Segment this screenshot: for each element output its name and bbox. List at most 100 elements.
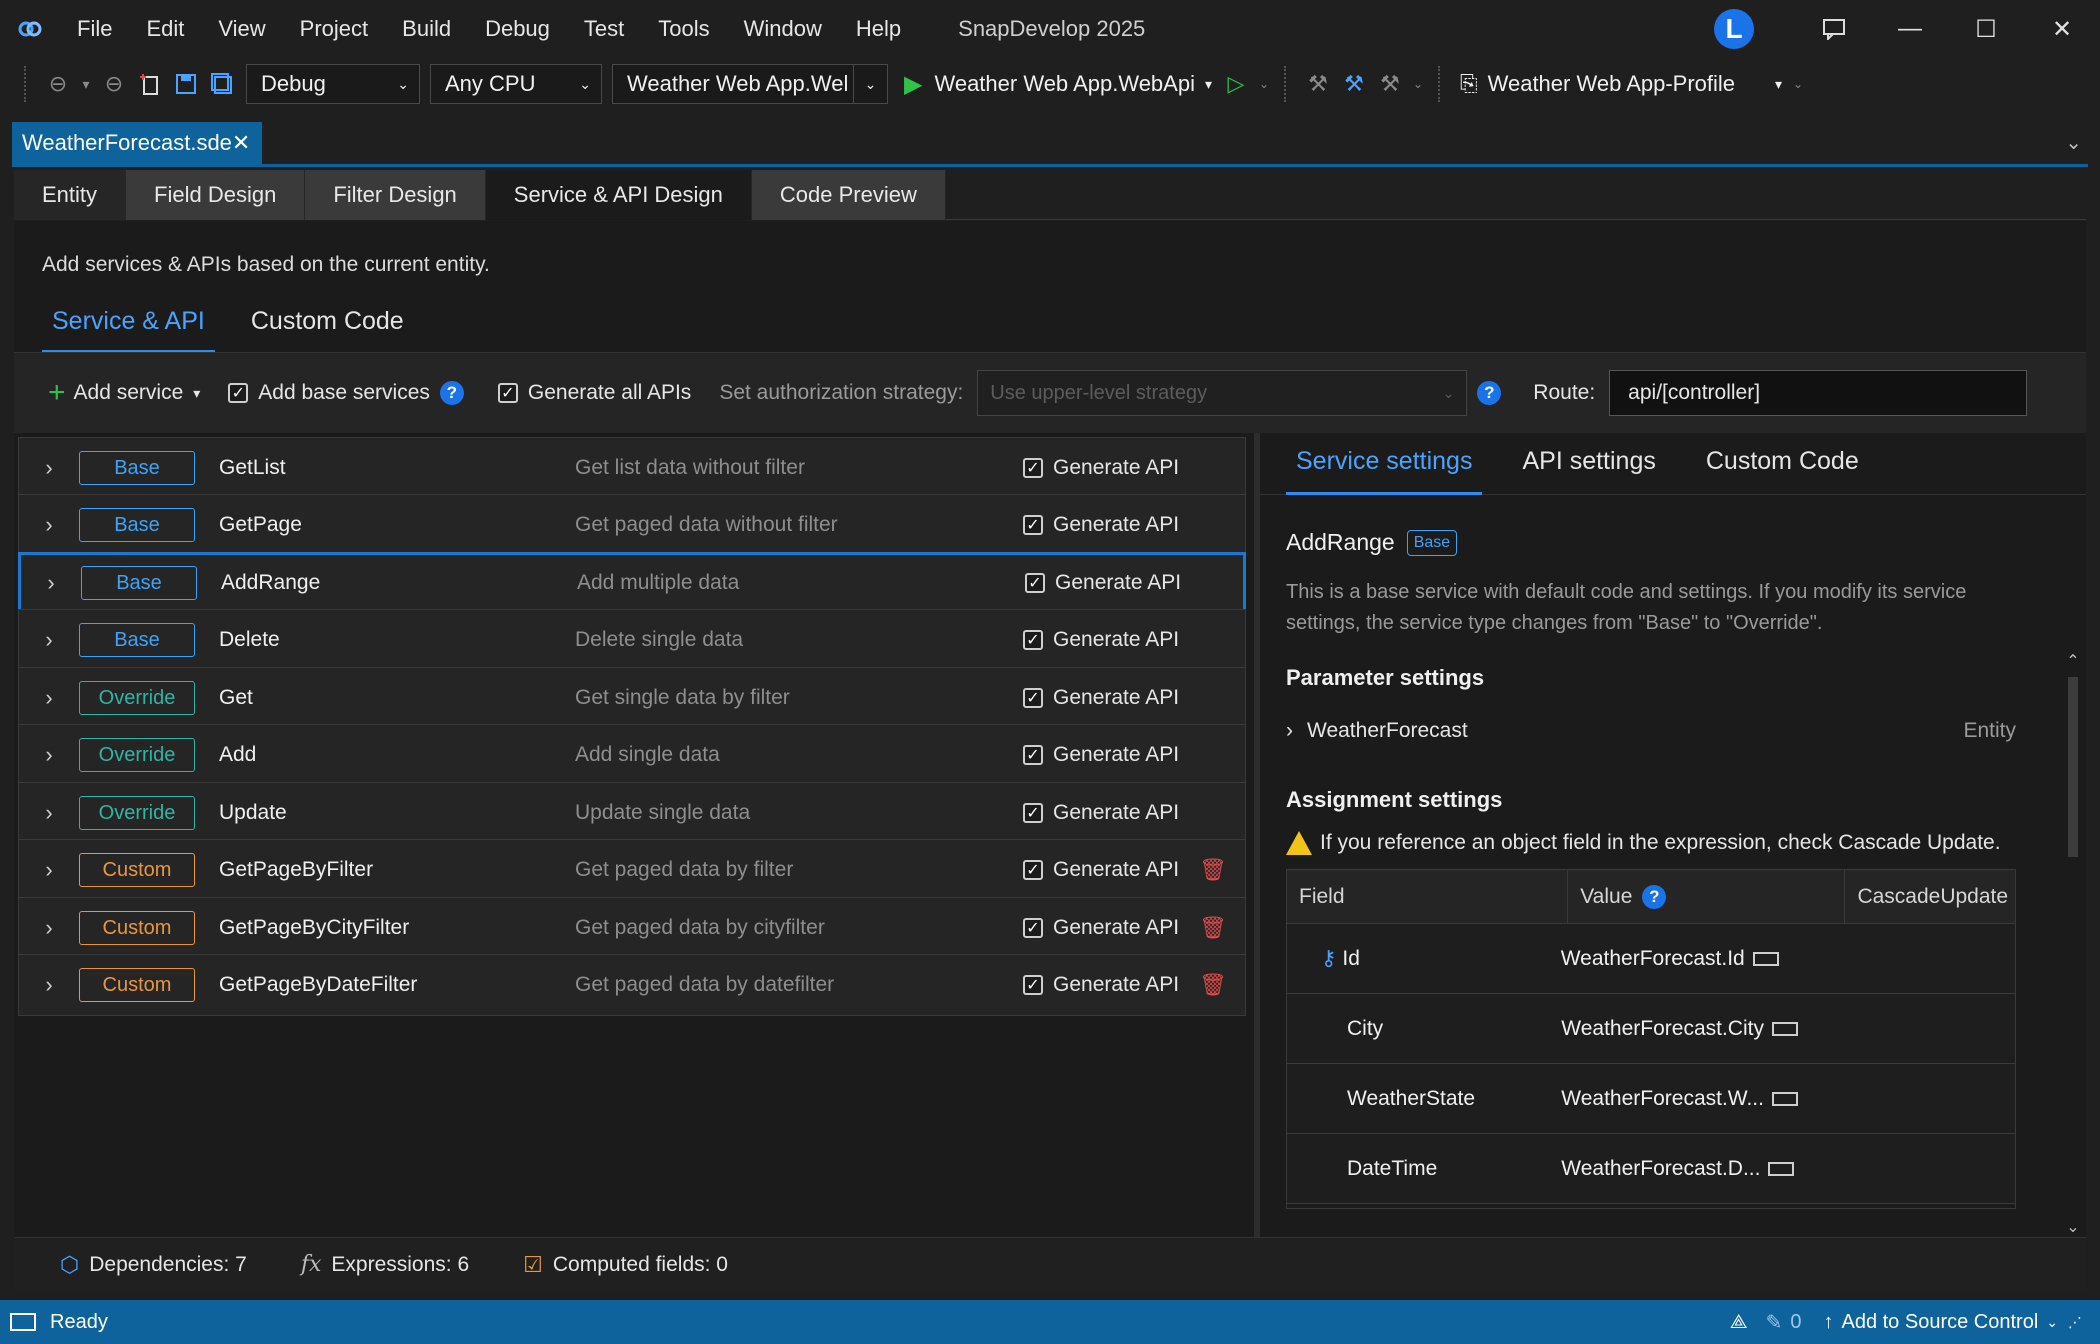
service-row[interactable]: › Custom GetPageByDateFilter Get paged data… (18, 954, 1246, 1016)
generate-api-checkbox[interactable]: ✓ Generate API (1025, 571, 1181, 595)
back-dropdown-icon[interactable]: ▾ (76, 64, 96, 104)
tab-custom-code[interactable]: Custom Code (1696, 433, 1869, 495)
service-row[interactable]: › Base AddRange Add multiple data ✓ Generate … (18, 552, 1246, 614)
generate-api-checkbox[interactable]: ✓ Generate API (1023, 686, 1179, 710)
rebuild-icon[interactable]: ⚒ (1336, 64, 1372, 104)
profile-select[interactable]: ⎘ Weather Web App-Profile ▾ (1460, 71, 1782, 97)
document-tab[interactable]: WeatherForecast.sde ✕ (12, 122, 262, 164)
menu-item-edit[interactable]: Edit (129, 0, 201, 58)
trash-icon[interactable]: 🗑 (1199, 915, 1227, 941)
generate-all-apis-checkbox[interactable]: ✓ Generate all APIs (497, 381, 691, 405)
menu-item-help[interactable]: Help (839, 0, 918, 58)
minimize-button[interactable]: — (1872, 0, 1948, 58)
tab-service-api-design[interactable]: Service & API Design (485, 170, 752, 220)
tab-api-settings[interactable]: API settings (1512, 433, 1665, 495)
value-cell[interactable]: WeatherForecast.Id (1561, 947, 1851, 971)
chevron-down-icon[interactable]: ⌄ (2065, 130, 2082, 155)
user-avatar[interactable]: L (1714, 9, 1754, 49)
generate-api-checkbox[interactable]: ✓ Generate API (1023, 628, 1179, 652)
menu-item-project[interactable]: Project (283, 0, 385, 58)
scroll-down-icon[interactable]: ⌄ (2062, 1217, 2084, 1237)
service-row[interactable]: › Custom GetPageByFilter Get paged data by … (18, 839, 1246, 901)
parameter-row[interactable]: › WeatherForecast Entity (1286, 719, 2016, 743)
menu-item-view[interactable]: View (201, 0, 282, 58)
git-icon[interactable]: ⟁ (1730, 1311, 1748, 1334)
service-row[interactable]: › Base GetPage Get paged data without filte… (18, 494, 1246, 556)
assignment-row[interactable]: WeatherState WeatherForecast.W... (1287, 1064, 2015, 1134)
service-row[interactable]: › Override Get Get single data by filter ✓ Ge… (18, 667, 1246, 729)
generate-api-checkbox[interactable]: ✓ Generate API (1023, 916, 1179, 940)
close-button[interactable]: ✕ (2024, 0, 2100, 58)
generate-api-checkbox[interactable]: ✓ Generate API (1023, 456, 1179, 480)
tab-code-preview[interactable]: Code Preview (751, 170, 946, 220)
chevron-right-icon[interactable]: › (19, 915, 79, 941)
expression-editor-icon[interactable] (1752, 951, 1779, 966)
trash-icon[interactable]: 🗑 (1199, 972, 1227, 998)
toolbar-grip[interactable] (1438, 66, 1444, 102)
add-service-button[interactable]: + Add service ▾ (48, 378, 200, 408)
run-without-debug-icon[interactable]: ▷ (1218, 64, 1254, 104)
expression-editor-icon[interactable] (1771, 1021, 1798, 1036)
assignment-row[interactable]: City WeatherForecast.City (1287, 994, 2015, 1064)
build-hammer-icon[interactable]: ⚒ (1300, 64, 1336, 104)
toolbar-grip[interactable] (24, 66, 30, 102)
chevron-right-icon[interactable]: › (21, 570, 81, 596)
menu-item-tools[interactable]: Tools (641, 0, 726, 58)
chevron-right-icon[interactable]: › (19, 742, 79, 768)
dependencies-info[interactable]: ⬡ Dependencies: 7 (60, 1252, 247, 1278)
scroll-thumb[interactable] (2068, 677, 2078, 857)
run-button[interactable]: ▶ Weather Web App.WebApi ▾ (904, 70, 1212, 99)
assignment-row[interactable]: DateTime WeatherForecast.D... (1287, 1134, 2015, 1204)
service-row[interactable]: › Base Delete Delete single data ✓ Generate A… (18, 609, 1246, 671)
resize-grip-icon[interactable]: ⋰ (2068, 1314, 2082, 1331)
chevron-right-icon[interactable]: › (19, 512, 79, 538)
overflow-icon[interactable]: ⌄ (1408, 64, 1428, 104)
column-field[interactable]: Field (1287, 870, 1569, 923)
help-icon[interactable]: ? (1477, 381, 1502, 405)
generate-api-checkbox[interactable]: ✓ Generate API (1023, 858, 1179, 882)
tab-entity[interactable]: Entity (14, 170, 127, 220)
chevron-right-icon[interactable]: › (19, 800, 79, 826)
subtab-custom-code[interactable]: Custom Code (241, 307, 414, 353)
pencil-icon[interactable]: ✎ (1766, 1310, 1783, 1335)
platform-select[interactable]: Any CPU ⌄ (430, 64, 602, 104)
expressions-info[interactable]: fx Expressions: 6 (301, 1252, 469, 1277)
service-row[interactable]: › Base GetList Get list data without filter… (18, 437, 1246, 499)
overflow-icon[interactable]: ⌄ (1788, 64, 1808, 104)
computed-fields-info[interactable]: ☑ Computed fields: 0 (523, 1252, 728, 1278)
toolbar-grip[interactable] (1284, 66, 1290, 102)
back-icon[interactable]: ⊖ (40, 64, 76, 104)
chevron-right-icon[interactable]: › (19, 627, 79, 653)
close-icon[interactable]: ✕ (232, 130, 250, 156)
auth-strategy-select[interactable]: Use upper-level strategy ⌄ (977, 370, 1468, 416)
feedback-icon[interactable] (1796, 0, 1872, 58)
chevron-right-icon[interactable]: › (19, 972, 79, 998)
chevron-right-icon[interactable]: › (19, 857, 79, 883)
service-row[interactable]: › Override Add Add single data ✓ Generate API (18, 724, 1246, 786)
generate-api-checkbox[interactable]: ✓ Generate API (1023, 973, 1179, 997)
menu-item-file[interactable]: File (60, 0, 129, 58)
scroll-up-icon[interactable]: ⌃ (2062, 651, 2084, 671)
chevron-right-icon[interactable]: › (19, 455, 79, 481)
save-all-icon[interactable] (204, 64, 240, 104)
add-base-services-checkbox[interactable]: ✓ Add base services ? (228, 381, 464, 405)
save-icon[interactable] (168, 64, 204, 104)
column-value[interactable]: Value ? (1568, 870, 1846, 923)
generate-api-checkbox[interactable]: ✓ Generate API (1023, 513, 1179, 537)
route-input[interactable]: api/[controller] (1609, 370, 2028, 416)
value-cell[interactable]: WeatherForecast.W... (1561, 1087, 1851, 1111)
expression-editor-icon[interactable] (1768, 1161, 1795, 1176)
menu-item-debug[interactable]: Debug (468, 0, 567, 58)
forward-icon[interactable]: ⊖ (96, 64, 132, 104)
subtab-service-api[interactable]: Service & API (42, 307, 215, 353)
generate-api-checkbox[interactable]: ✓ Generate API (1023, 743, 1179, 767)
service-row[interactable]: › Custom GetPageByCityFilter Get paged data… (18, 897, 1246, 959)
clean-icon[interactable]: ⚒ (1372, 64, 1408, 104)
chevron-right-icon[interactable]: › (19, 685, 79, 711)
overflow-icon[interactable]: ⌄ (1254, 64, 1274, 104)
trash-icon[interactable]: 🗑 (1199, 857, 1227, 883)
vertical-scrollbar[interactable]: ⌃ ⌄ (2062, 651, 2084, 1237)
help-icon[interactable]: ? (1642, 884, 1667, 909)
tab-field-design[interactable]: Field Design (126, 170, 306, 220)
value-cell[interactable]: WeatherForecast.City (1561, 1017, 1851, 1041)
